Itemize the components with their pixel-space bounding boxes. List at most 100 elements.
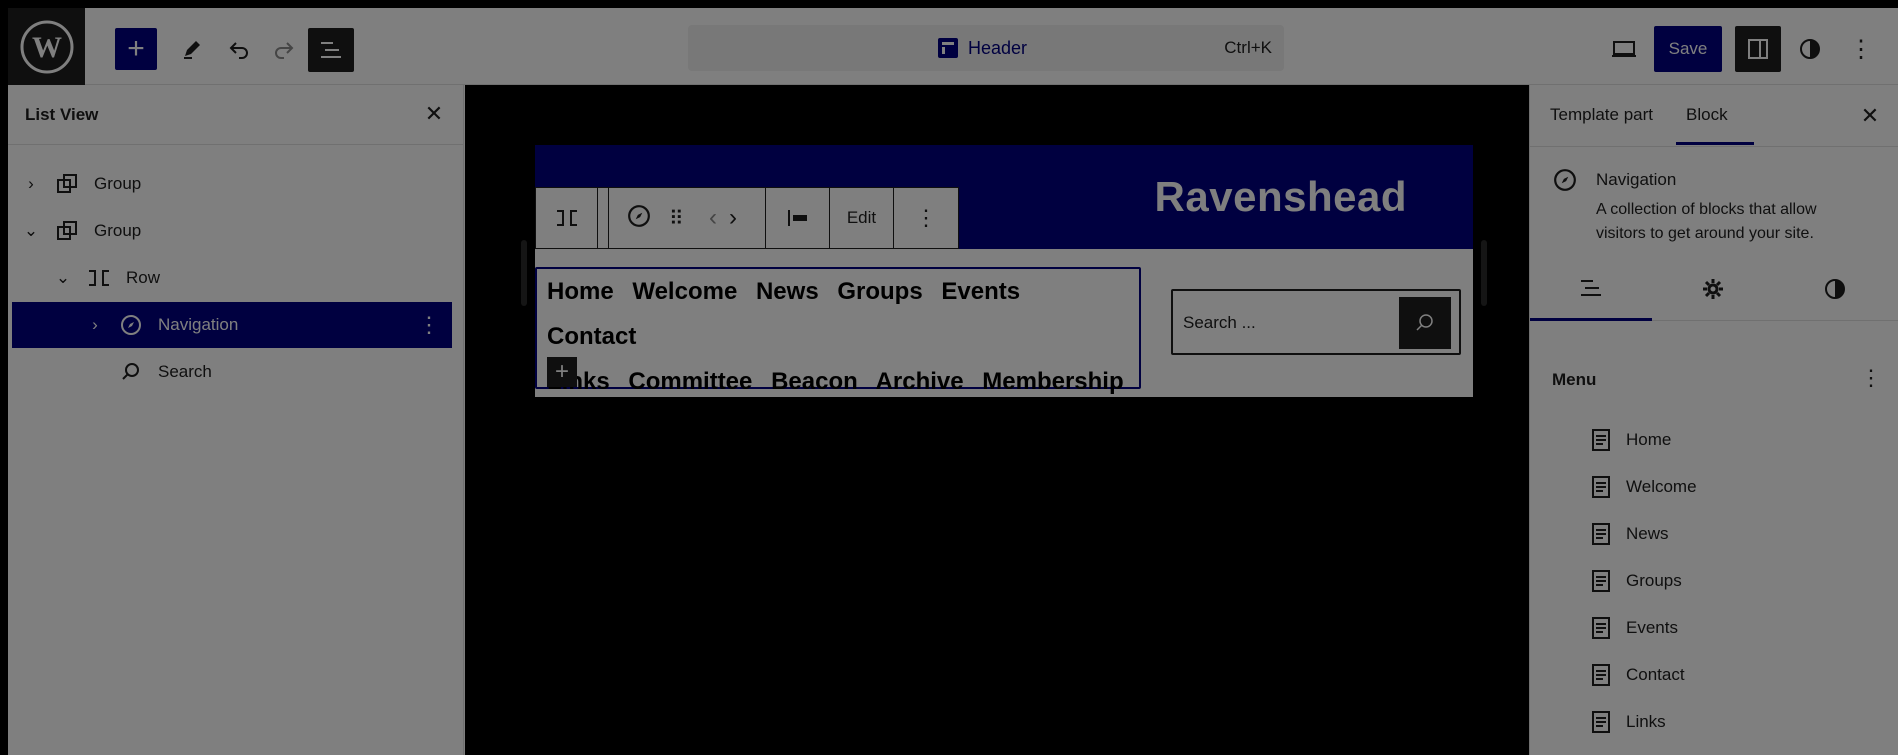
- nav-link[interactable]: News: [756, 278, 819, 305]
- more-vertical-icon[interactable]: ⋮: [418, 312, 440, 338]
- compass-icon: [118, 312, 144, 338]
- editor-top-bar: W + Header Ctrl+K Save ⋮: [8, 8, 1898, 85]
- block-card: Navigation A collection of blocks that a…: [1530, 147, 1898, 257]
- svg-text:W: W: [32, 31, 62, 64]
- block-options-button[interactable]: ⋮: [894, 188, 958, 248]
- redo-button[interactable]: [266, 30, 302, 68]
- header-template-part[interactable]: Ravenshead ⠿ ‹ › Edit ⋮ Home Welcome New…: [535, 145, 1473, 397]
- list-view-icon: [321, 42, 341, 58]
- close-settings-button[interactable]: ✕: [1856, 102, 1884, 130]
- inspector-tabs: Template part Block ✕: [1530, 85, 1898, 147]
- contrast-icon: [1800, 39, 1820, 59]
- menu-item[interactable]: Events: [1590, 613, 1678, 643]
- list-item-group-2[interactable]: ⌄ Group: [12, 208, 452, 254]
- menu-item-label: Home: [1626, 430, 1672, 449]
- save-label: Save: [1668, 39, 1708, 58]
- sidebar-icon: [1748, 39, 1768, 59]
- search-button[interactable]: [1399, 297, 1451, 349]
- nav-link[interactable]: Beacon: [771, 368, 858, 395]
- search-icon: [118, 359, 144, 385]
- compass-icon[interactable]: [627, 204, 651, 233]
- tab-list-view[interactable]: [1530, 257, 1652, 321]
- options-button[interactable]: ⋮: [1846, 30, 1876, 68]
- nav-link[interactable]: Welcome: [632, 278, 737, 305]
- menu-item[interactable]: Welcome: [1590, 472, 1697, 502]
- wordpress-logo-button[interactable]: W: [8, 8, 85, 85]
- menu-item-label: Links: [1626, 712, 1666, 731]
- resize-handle-right[interactable]: [1481, 240, 1487, 306]
- site-title[interactable]: Ravenshead: [1155, 173, 1407, 221]
- tab-block[interactable]: Block: [1676, 105, 1754, 145]
- nav-link[interactable]: Committee: [628, 368, 752, 395]
- menu-heading: Menu: [1552, 370, 1597, 389]
- block-card-title: Navigation: [1596, 170, 1677, 189]
- tools-button[interactable]: [174, 30, 210, 68]
- nav-link[interactable]: Archive: [876, 368, 964, 395]
- wordpress-icon: W: [20, 20, 73, 73]
- settings-toggle-button[interactable]: [1735, 26, 1781, 72]
- nav-link[interactable]: Membership: [982, 368, 1123, 395]
- chevron-right-icon[interactable]: ›: [22, 174, 40, 193]
- list-item-group-1[interactable]: › Group: [12, 161, 452, 207]
- document-overview-button[interactable]: [308, 28, 354, 72]
- close-icon: ✕: [1860, 103, 1880, 128]
- tab-settings[interactable]: [1652, 257, 1774, 321]
- list-item-label: Group: [94, 221, 142, 240]
- nav-link[interactable]: Home: [547, 278, 614, 305]
- justification-button[interactable]: [766, 188, 830, 248]
- undo-button[interactable]: [221, 30, 257, 68]
- edit-label: Edit: [846, 208, 877, 227]
- menu-item[interactable]: Groups: [1590, 566, 1682, 596]
- gear-icon: [1703, 279, 1723, 299]
- group-icon: [54, 171, 80, 197]
- nav-link[interactable]: Contact: [547, 323, 636, 350]
- plus-icon: +: [127, 32, 145, 65]
- list-item-row[interactable]: ⌄ Row: [12, 255, 452, 301]
- page-icon: [1590, 663, 1612, 687]
- tab-styles[interactable]: [1774, 257, 1896, 321]
- menu-item[interactable]: Contact: [1590, 660, 1685, 690]
- more-vertical-icon[interactable]: ⋮: [1860, 365, 1882, 391]
- group-icon: [54, 218, 80, 244]
- page-icon: [1590, 475, 1612, 499]
- menu-item-label: Events: [1626, 618, 1678, 637]
- tab-template-part[interactable]: Template part: [1550, 105, 1653, 125]
- search-block[interactable]: Search ...: [1171, 289, 1461, 355]
- navigation-block[interactable]: Home Welcome News Groups Events Contact …: [535, 267, 1141, 395]
- move-left-icon[interactable]: ‹: [709, 204, 717, 232]
- resize-handle-left[interactable]: [521, 240, 527, 306]
- chevron-right-icon[interactable]: ›: [86, 315, 104, 334]
- inspector-subtabs: [1530, 257, 1898, 321]
- nav-link[interactable]: Groups: [837, 278, 922, 305]
- chevron-down-icon[interactable]: ⌄: [22, 221, 40, 240]
- page-icon: [1590, 710, 1612, 734]
- move-right-icon[interactable]: ›: [729, 204, 737, 232]
- add-block-button[interactable]: +: [115, 28, 157, 70]
- menu-item[interactable]: News: [1590, 519, 1669, 549]
- device-preview-button[interactable]: [1606, 30, 1642, 68]
- drag-handle-icon[interactable]: ⠿: [669, 206, 684, 231]
- keyboard-shortcut: Ctrl+K: [1224, 38, 1272, 57]
- close-list-view-button[interactable]: ✕: [420, 100, 448, 128]
- menu-item[interactable]: Home: [1590, 425, 1671, 455]
- add-nav-item-button[interactable]: +: [547, 357, 577, 387]
- list-item-label: Group: [94, 174, 142, 193]
- list-item-label: Search: [158, 362, 212, 381]
- row-icon: [86, 265, 112, 291]
- edit-button[interactable]: Edit: [830, 188, 894, 248]
- list-view-header: List View ✕: [8, 85, 463, 145]
- menu-item[interactable]: Links: [1590, 707, 1666, 737]
- list-view-title: List View: [25, 105, 99, 124]
- search-input[interactable]: Search ...: [1183, 313, 1256, 333]
- list-item-navigation[interactable]: › Navigation ⋮: [12, 302, 452, 348]
- list-item-search[interactable]: Search: [12, 349, 452, 395]
- select-parent-button[interactable]: [536, 188, 598, 248]
- command-palette-bar[interactable]: Header Ctrl+K: [688, 25, 1284, 71]
- save-button[interactable]: Save: [1654, 26, 1722, 72]
- site-editor: W + Header Ctrl+K Save ⋮ List View ✕ › G…: [8, 8, 1898, 755]
- block-toolbar: ⠿ ‹ › Edit ⋮: [535, 187, 959, 249]
- nav-link[interactable]: Events: [941, 278, 1020, 305]
- more-vertical-icon: ⋮: [1849, 35, 1873, 63]
- styles-button[interactable]: [1792, 30, 1828, 68]
- chevron-down-icon[interactable]: ⌄: [54, 268, 72, 287]
